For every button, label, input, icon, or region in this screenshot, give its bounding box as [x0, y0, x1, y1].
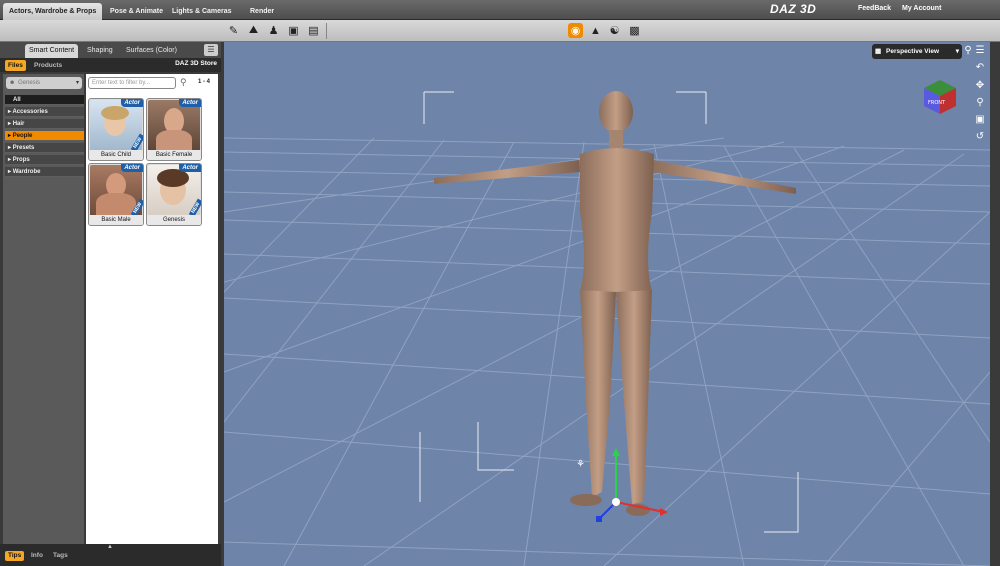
subtab-files[interactable]: Files	[5, 60, 26, 71]
room-tab-actors[interactable]: Actors, Wardrobe & Props	[3, 3, 103, 20]
view-cube-label: FRONT	[928, 100, 946, 106]
figure-torso	[580, 148, 654, 292]
pan-icon[interactable]: ✥	[974, 80, 986, 92]
viewport-options-icon[interactable]: ☰	[974, 45, 986, 57]
figure-selector-value: Genesis	[18, 80, 41, 86]
category-list: ☻ Genesis ▾ All ▸ Accessories ▸ Hair ▸ P…	[3, 74, 84, 564]
universal-tool-icon[interactable]: ▣	[286, 23, 301, 38]
panel-bottom-tabs: ▲ Tips Info Tags	[0, 544, 221, 566]
panel-tabs: Smart Content Shaping Surfaces (Color) ☰	[0, 42, 221, 58]
figure-icon[interactable]: ☯	[607, 23, 622, 38]
panel-subtabs: Files Products DAZ 3D Store	[0, 58, 221, 72]
category-people[interactable]: ▸ People	[5, 131, 84, 141]
item-basic-male[interactable]: Actor NEW Basic Male	[88, 163, 144, 226]
result-count: 1 - 4	[198, 79, 211, 85]
svg-text:⚘: ⚘	[576, 459, 585, 470]
view-icon: ▦	[875, 48, 882, 55]
filter-input[interactable]: Enter text to filter by...	[88, 77, 176, 89]
category-hair[interactable]: ▸ Hair	[5, 119, 84, 129]
category-all[interactable]: All	[5, 95, 84, 105]
tab-surfaces[interactable]: Surfaces (Color)	[122, 44, 181, 58]
scene-icon[interactable]: ⛰	[246, 23, 261, 38]
geometry-icon[interactable]: ▲	[588, 23, 603, 38]
right-dock	[990, 42, 1000, 566]
frame-icon[interactable]: ▣	[974, 114, 986, 126]
view-selector[interactable]: ▦ Perspective View ▾	[872, 44, 962, 59]
figure-left-foot	[570, 494, 602, 506]
figure-right-arm	[652, 160, 796, 194]
figure-head	[599, 91, 633, 133]
category-accessories[interactable]: ▸ Accessories	[5, 107, 84, 117]
category-presets[interactable]: ▸ Presets	[5, 143, 84, 153]
view-selector-label: Perspective View	[886, 48, 939, 55]
item-label: Basic Female	[147, 150, 201, 160]
item-label: Basic Child	[89, 150, 143, 160]
category-props[interactable]: ▸ Props	[5, 155, 84, 165]
feedback-link[interactable]: FeedBack	[858, 5, 891, 12]
actor-badge: Actor	[179, 99, 201, 107]
figure-left-arm	[434, 160, 580, 184]
item-label: Genesis	[147, 215, 201, 225]
daz-logo: DAZ 3D	[770, 2, 817, 16]
pose-icon[interactable]: ♟	[266, 23, 281, 38]
my-account-link[interactable]: My Account	[902, 5, 941, 12]
camera-icon[interactable]: ▩	[627, 23, 642, 38]
toolbar: ✎ ⛰ ♟ ▣ ▤ ◉ ▲ ☯ ▩	[0, 20, 1000, 42]
item-genesis[interactable]: Actor NEW Genesis	[146, 163, 202, 226]
room-tab-lights[interactable]: Lights & Cameras	[166, 3, 238, 20]
tab-info[interactable]: Info	[28, 551, 46, 561]
zoom-menu-icon[interactable]: ⚲	[962, 45, 974, 57]
tab-tags[interactable]: Tags	[50, 551, 71, 561]
actor-badge: Actor	[179, 164, 201, 172]
zoom-icon[interactable]: ⚲	[974, 97, 986, 109]
orbit-icon[interactable]: ↶	[974, 62, 986, 74]
viewport-scene: ⚘	[224, 91, 990, 566]
panel-menu-icon[interactable]: ☰	[204, 44, 218, 56]
view-cube[interactable]: FRONT	[920, 76, 960, 116]
figure-left-leg	[580, 290, 616, 497]
figure-icon: ☻	[9, 80, 16, 86]
daz-studio-window: Actors, Wardrobe & Props Pose & Animate …	[0, 0, 1000, 566]
tab-smart-content[interactable]: Smart Content	[25, 44, 79, 58]
chevron-down-icon: ▾	[75, 80, 79, 86]
content-panel: Smart Content Shaping Surfaces (Color) ☰…	[0, 42, 221, 566]
item-label: Basic Male	[89, 215, 143, 225]
reset-view-icon[interactable]: ↺	[974, 131, 986, 143]
item-basic-female[interactable]: Actor Basic Female	[146, 98, 202, 161]
tab-tips[interactable]: Tips	[5, 551, 25, 561]
tab-shaping[interactable]: Shaping	[83, 44, 117, 58]
room-tab-pose[interactable]: Pose & Animate	[104, 3, 169, 20]
female-body	[156, 130, 192, 152]
subtab-products[interactable]: Products	[31, 60, 65, 71]
node-tool-icon[interactable]: ▤	[306, 23, 321, 38]
category-wardrobe[interactable]: ▸ Wardrobe	[5, 167, 84, 177]
room-tab-render[interactable]: Render	[244, 3, 280, 20]
child-hair	[101, 106, 129, 120]
actor-badge: Actor	[121, 99, 143, 107]
content-grid: Enter text to filter by... ⚲ 1 - 4 Actor…	[86, 74, 218, 544]
figure-selector[interactable]: ☻ Genesis ▾	[6, 77, 82, 89]
actor-badge: Actor	[121, 164, 143, 172]
item-basic-child[interactable]: Actor NEW Basic Child	[88, 98, 144, 161]
collapse-arrow-icon[interactable]: ▲	[107, 544, 113, 550]
daz-store-link[interactable]: DAZ 3D Store	[175, 60, 217, 67]
render-settings-icon[interactable]: ◉	[568, 23, 583, 38]
toolbar-separator	[326, 23, 327, 39]
figure-right-leg	[616, 290, 652, 504]
figure-neck	[609, 130, 623, 148]
3d-viewport[interactable]: ⚘ ▦ Perspective View ▾ ⚲ ☰ ↶ ✥ ⚲ ▣ ↺ FRO…	[224, 42, 990, 566]
thumbnail	[148, 100, 200, 152]
chevron-down-icon: ▾	[955, 48, 959, 55]
search-icon[interactable]: ⚲	[180, 77, 187, 88]
select-tool-icon[interactable]: ✎	[226, 23, 241, 38]
room-bar: Actors, Wardrobe & Props Pose & Animate …	[0, 0, 1000, 20]
